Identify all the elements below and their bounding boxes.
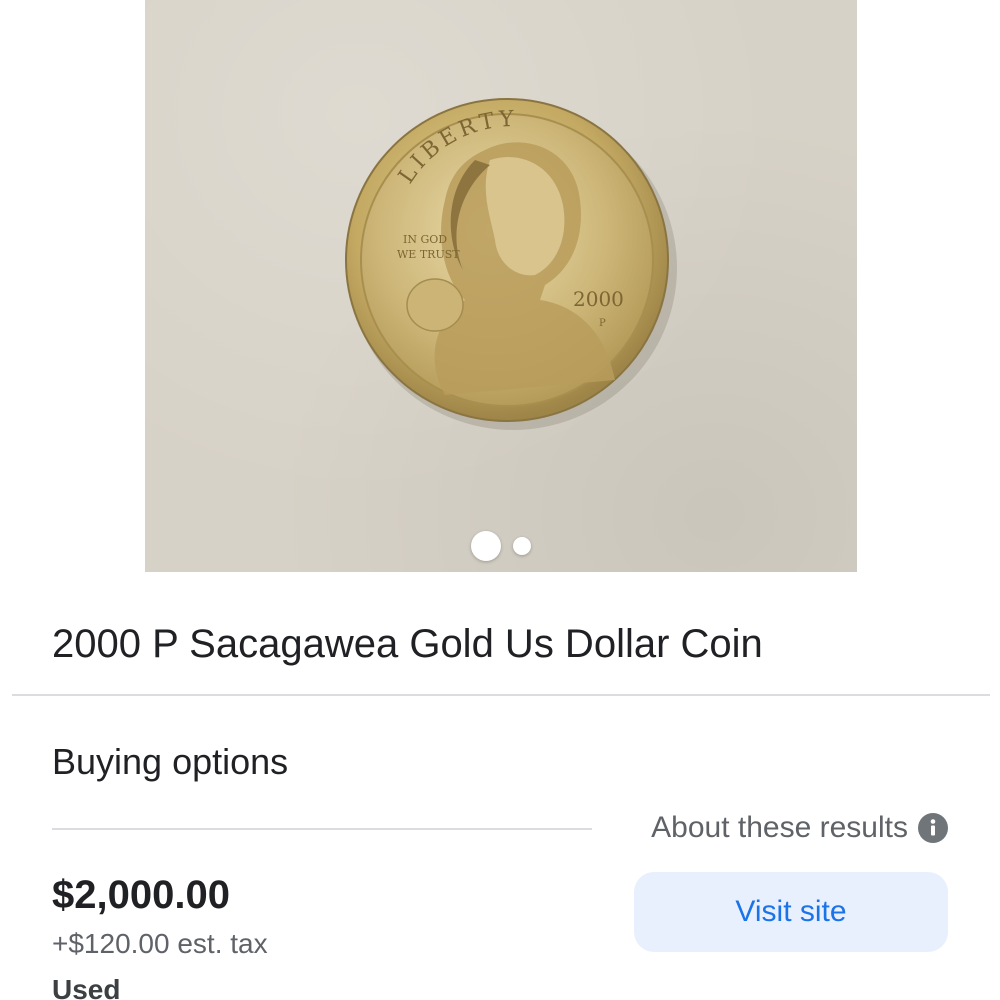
coin-image: LIBERTY IN GOD WE TRUST 2000 P: [345, 98, 677, 430]
offer-tax: +$120.00 est. tax: [52, 928, 268, 959]
info-icon[interactable]: [918, 813, 948, 843]
offer-condition: Used: [52, 974, 121, 1000]
buying-options-heading: Buying options: [52, 741, 289, 782]
coin-motto-line2: WE TRUST: [397, 248, 460, 261]
coin-year: 2000: [573, 287, 624, 311]
carousel-dot-2[interactable]: [513, 537, 531, 555]
about-these-results[interactable]: About these results: [651, 808, 948, 848]
offer-price: $2,000.00: [52, 873, 230, 917]
divider: [52, 828, 592, 830]
about-these-results-label: About these results: [651, 811, 908, 844]
coin-mint-mark: P: [599, 318, 606, 329]
product-title: 2000 P Sacagawea Gold Us Dollar Coin: [52, 622, 763, 666]
coin-motto-line1: IN GOD: [403, 233, 447, 246]
product-image[interactable]: LIBERTY IN GOD WE TRUST 2000 P: [145, 0, 857, 572]
carousel-dot-1[interactable]: [471, 531, 501, 561]
visit-site-button[interactable]: Visit site: [634, 872, 948, 952]
carousel-indicator: [145, 528, 857, 564]
divider: [12, 694, 990, 696]
